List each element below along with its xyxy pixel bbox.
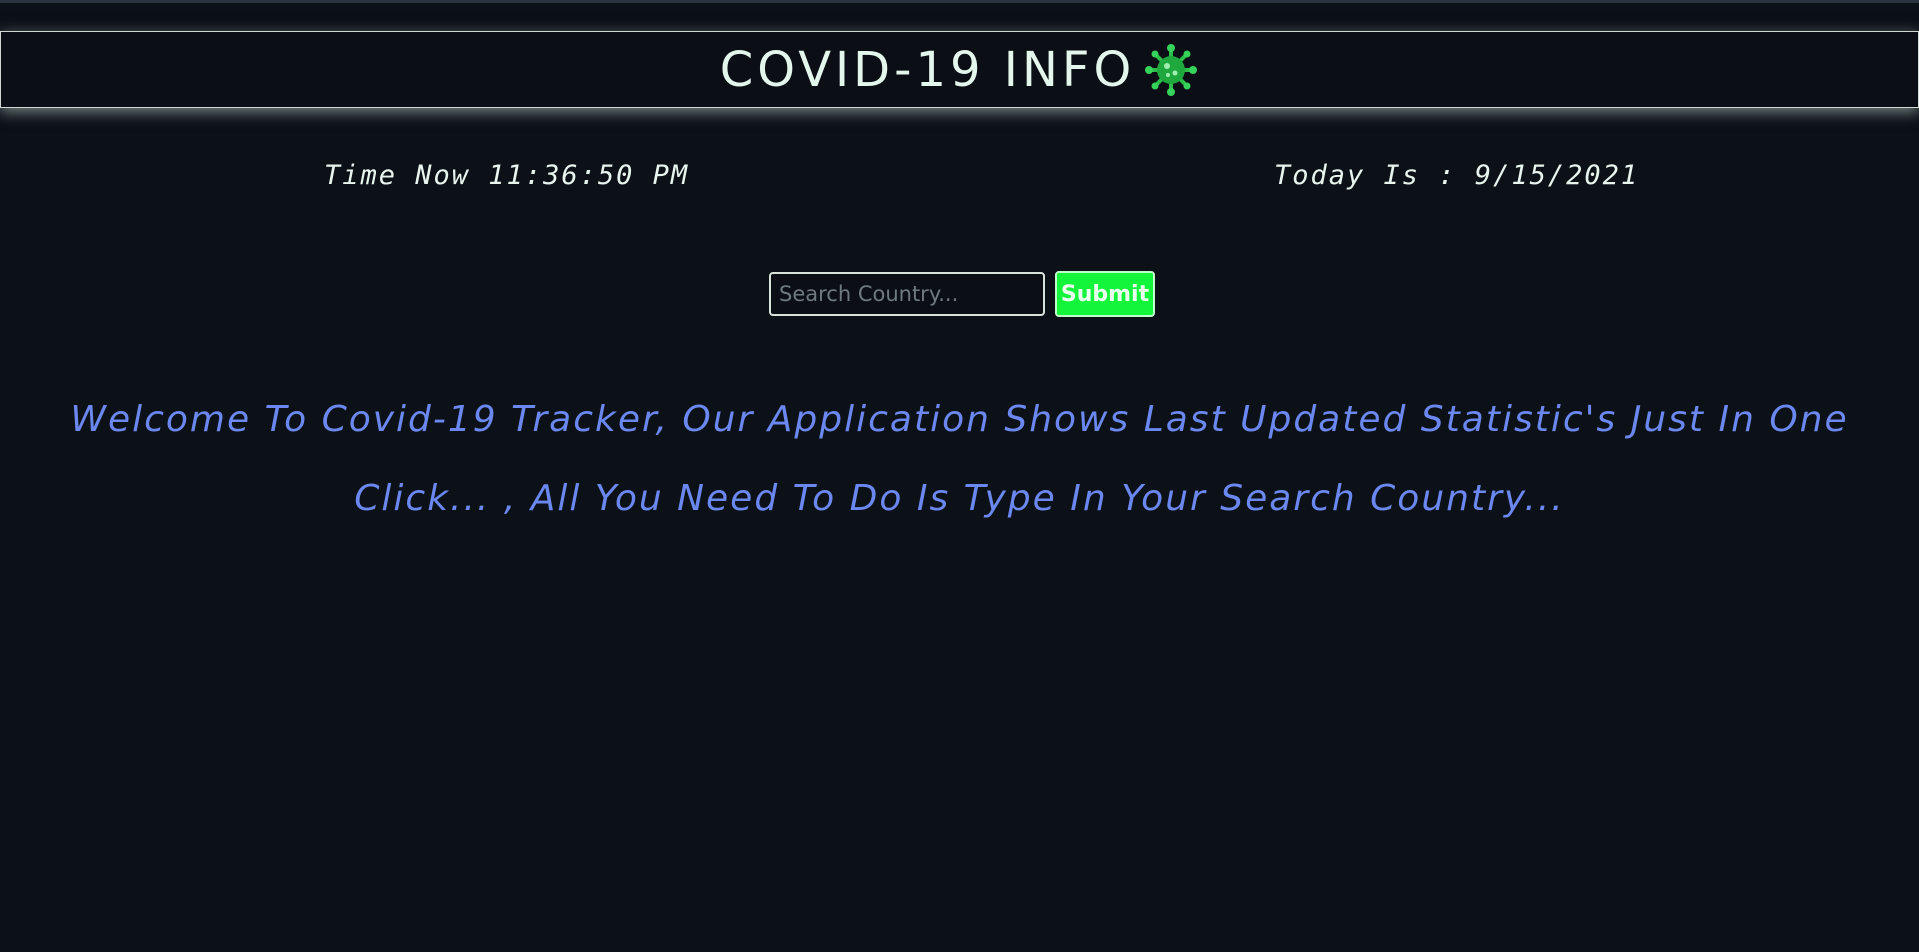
top-border-line — [0, 0, 1919, 3]
title-text: COVID-19 INFO — [719, 41, 1136, 98]
current-time: Time Now 11:36:50 PM — [324, 160, 690, 191]
current-date: Today Is : 9/15/2021 — [1274, 160, 1640, 191]
page-header: COVID-19 INFO — [0, 31, 1919, 108]
virus-icon — [1143, 42, 1199, 98]
search-form: Submit — [769, 271, 1155, 317]
datetime-row: Time Now 11:36:50 PM Today Is : 9/15/202… — [0, 160, 1919, 200]
welcome-message: Welcome To Covid-19 Tracker, Our Applica… — [70, 399, 1849, 519]
search-country-input[interactable] — [769, 272, 1045, 316]
submit-button[interactable]: Submit — [1055, 271, 1155, 317]
page-title: COVID-19 INFO — [720, 42, 1200, 98]
